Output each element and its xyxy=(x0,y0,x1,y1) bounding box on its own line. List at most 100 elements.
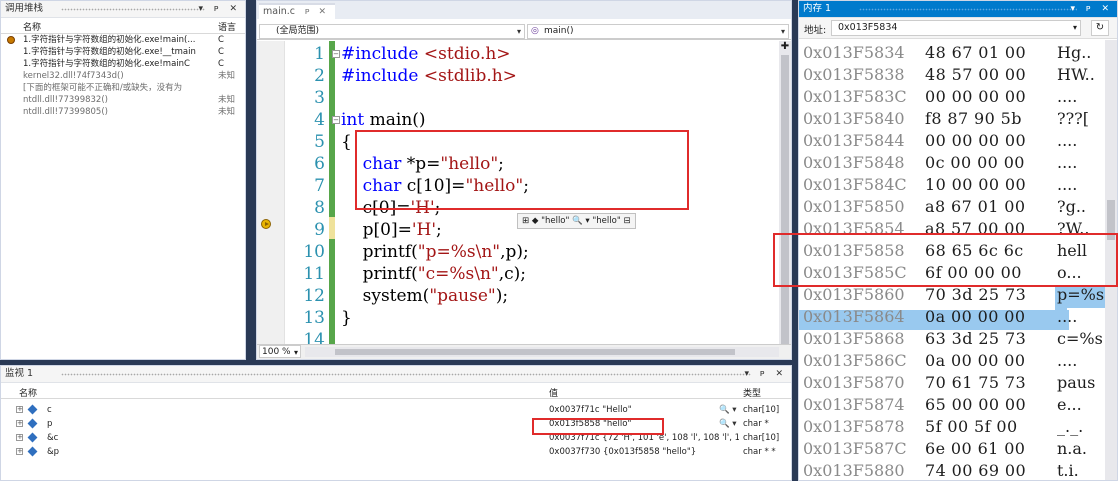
visualizer-icon[interactable]: 🔍 ▾ xyxy=(719,403,737,417)
memory-address: 0x013F583C xyxy=(803,87,907,106)
column-header-type[interactable]: 类型 xyxy=(743,386,761,399)
memory-row[interactable]: 0x013F5880 74 00 69 00 t.i. xyxy=(799,460,1105,480)
code-line[interactable]: { xyxy=(341,131,352,153)
column-header-name[interactable]: 名称 xyxy=(23,20,41,33)
tab-main-c[interactable]: main.c ᴘ ✕ xyxy=(259,3,335,21)
code-line[interactable]: } xyxy=(341,307,352,329)
scope-combo[interactable]: (全局范围) ▾ xyxy=(259,24,525,39)
line-number: 1 xyxy=(314,44,325,64)
function-combo[interactable]: ◎ main() ▾ xyxy=(527,24,789,39)
memory-row[interactable]: 0x013F5868 63 3d 25 73 c=%s xyxy=(799,328,1105,350)
expand-icon[interactable]: + xyxy=(16,406,23,413)
expand-icon[interactable]: + xyxy=(16,434,23,441)
tab-buttons[interactable]: ᴘ ✕ xyxy=(305,5,329,19)
code-line[interactable]: char *p="hello"; xyxy=(341,153,504,175)
frame-language: C xyxy=(218,59,224,69)
line-number: 2 xyxy=(314,66,325,86)
memory-row[interactable]: 0x013F584C 10 00 00 00.... xyxy=(799,174,1105,196)
call-stack-row[interactable]: 1.字符指针与字符数组的初始化.exe!__tmain C xyxy=(1,46,245,58)
watch-row[interactable]: + &p 0x0037f730 {0x013f5858 "hello"} char *… xyxy=(1,445,791,459)
memory-grid[interactable]: 0x013F5834 48 67 01 00 Hg.. 0x013F5838 48 57… xyxy=(799,40,1105,480)
column-header-name[interactable]: 名称 xyxy=(19,386,37,399)
call-stack-title: 调用堆栈 xyxy=(5,3,44,14)
split-icon[interactable]: ✚ xyxy=(779,41,791,53)
title-grip[interactable] xyxy=(61,8,205,11)
title-grip[interactable] xyxy=(61,373,751,376)
memory-row[interactable]: 0x013F5834 48 67 01 00 Hg.. xyxy=(799,42,1105,64)
watch-row[interactable]: + &c 0x0037f71c {72 'H', 101 'e', 108 'l',… xyxy=(1,431,791,445)
code-line[interactable]: #include <stdlib.h> xyxy=(341,65,517,87)
watch-value: 0x0037f71c "Hello" xyxy=(549,405,632,415)
call-stack-row[interactable]: kernel32.dll!74f7343d() 未知 xyxy=(1,70,245,82)
code-line[interactable]: c[0]='H'; xyxy=(341,197,441,219)
zoom-combo[interactable]: 100 % ▾ xyxy=(259,345,301,358)
address-input[interactable]: 0x013F5834 ▾ xyxy=(831,20,1081,36)
watch-name: p xyxy=(47,419,53,429)
memory-row[interactable]: 0x013F5878 5f 00 5f 00 _._. xyxy=(799,416,1105,438)
function-icon: ◎ xyxy=(531,26,539,36)
memory-row[interactable]: 0x013F585C 6f 00 00 00 o... xyxy=(799,262,1105,284)
memory-row[interactable]: 0x013F5864 0a 00 00 00.... xyxy=(799,306,1105,328)
call-stack-row[interactable]: [下面的框架可能不正确和/或缺失，没有为 xyxy=(1,82,245,94)
watch-row[interactable]: + p 0x013f5858 "hello" 🔍 ▾ char * xyxy=(1,417,791,431)
memory-row[interactable]: 0x013F5840 f8 87 90 5b ???[ xyxy=(799,108,1105,130)
memory-row[interactable]: 0x013F5858 68 65 6c 6c hell xyxy=(799,240,1105,262)
call-stack-row[interactable]: ntdll.dll!77399805() 未知 xyxy=(1,106,245,118)
memory-row[interactable]: 0x013F5870 70 61 75 73 paus xyxy=(799,372,1105,394)
expand-icon[interactable]: + xyxy=(16,448,23,455)
code-line[interactable]: p[0]='H'; xyxy=(341,219,442,241)
watch-list: + c 0x0037f71c "Hello" 🔍 ▾ char[10] + p 0x013f5… xyxy=(1,399,791,459)
line-number: 3 xyxy=(314,88,325,108)
code-line[interactable]: #include <stdio.h> xyxy=(341,43,511,65)
column-header-value[interactable]: 值 xyxy=(549,386,558,399)
memory-row[interactable]: 0x013F587C 6e 00 61 00 n.a. xyxy=(799,438,1105,460)
editor-horizontal-scrollbar[interactable] xyxy=(305,347,779,357)
code-line[interactable]: system("pause"); xyxy=(341,285,508,307)
variable-icon xyxy=(27,418,38,429)
code-line[interactable]: int main() xyxy=(341,109,426,131)
visualizer-icon[interactable]: 🔍 ▾ xyxy=(719,417,737,431)
expand-icon[interactable]: + xyxy=(16,420,23,427)
editor-tab-strip: main.c ᴘ ✕ xyxy=(257,1,791,21)
editor-vertical-scrollbar[interactable]: ✚ xyxy=(779,41,791,355)
memory-row[interactable]: 0x013F5874 65 00 00 00 e... xyxy=(799,394,1105,416)
fold-toggle[interactable]: − xyxy=(332,116,340,124)
memory-bytes: 5f 00 5f 00 xyxy=(925,417,1018,436)
memory-address: 0x013F587C xyxy=(803,439,907,458)
code-line[interactable]: char c[10]="hello"; xyxy=(341,175,529,197)
fold-toggle[interactable]: − xyxy=(332,50,340,58)
watch-row[interactable]: + c 0x0037f71c "Hello" 🔍 ▾ char[10] xyxy=(1,403,791,417)
memory-row[interactable]: 0x013F5848 0c 00 00 00.... xyxy=(799,152,1105,174)
reevaluate-button[interactable]: ↻ xyxy=(1091,20,1109,36)
code-line[interactable]: printf("c=%s\n",c); xyxy=(341,263,526,285)
memory-row[interactable]: 0x013F5854 a8 57 00 00 ?W.. xyxy=(799,218,1105,240)
memory-row[interactable]: 0x013F5844 00 00 00 00.... xyxy=(799,130,1105,152)
title-grip[interactable] xyxy=(859,8,1077,11)
code-line[interactable]: printf("p=%s\n",p); xyxy=(341,241,529,263)
memory-scrollbar[interactable] xyxy=(1105,40,1117,480)
memory-row[interactable]: 0x013F586C 0a 00 00 00.... xyxy=(799,350,1105,372)
call-stack-row[interactable]: 1.字符指针与字符数组的初始化.exe!main(... C xyxy=(1,34,245,46)
data-tip[interactable]: ⊞ ◆ "hello" 🔍 ▾ "hello" ⊟ xyxy=(517,213,636,229)
indicator-margin[interactable] xyxy=(257,41,285,344)
watch-type: char[10] xyxy=(743,433,780,443)
line-number: 9 xyxy=(314,220,325,240)
memory-row[interactable]: 0x013F5860 70 3d 25 73 p=%s xyxy=(799,284,1105,306)
watch-window-buttons[interactable]: ▾ ᴘ ✕ xyxy=(745,366,788,382)
memory-row[interactable]: 0x013F5838 48 57 00 00 HW.. xyxy=(799,64,1105,86)
memory-row[interactable]: 0x013F583C 00 00 00 00.... xyxy=(799,86,1105,108)
scroll-thumb[interactable] xyxy=(335,349,735,355)
scroll-thumb[interactable] xyxy=(1107,200,1115,240)
memory-row[interactable]: 0x013F5850 a8 67 01 00 ?g.. xyxy=(799,196,1105,218)
call-stack-row[interactable]: 1.字符指针与字符数组的初始化.exe!mainC C xyxy=(1,58,245,70)
call-stack-window-buttons[interactable]: ▾ ᴘ ✕ xyxy=(199,1,242,17)
column-header-language[interactable]: 语言 xyxy=(218,20,236,33)
memory-ascii: .... xyxy=(1057,153,1078,172)
address-bar: 地址: 0x013F5834 ▾ ↻ xyxy=(799,18,1117,39)
scroll-thumb[interactable] xyxy=(781,55,789,355)
code-area[interactable]: 1− #include <stdio.h> 2 #include <stdlib.h>… xyxy=(257,41,779,350)
memory-bytes: 6f 00 00 00 xyxy=(925,263,1022,282)
memory-window-buttons[interactable]: ▾ ᴘ ✕ xyxy=(1071,1,1114,17)
watch-header: 名称 值 类型 xyxy=(1,383,791,399)
call-stack-row[interactable]: ntdll.dll!77399832() 未知 xyxy=(1,94,245,106)
